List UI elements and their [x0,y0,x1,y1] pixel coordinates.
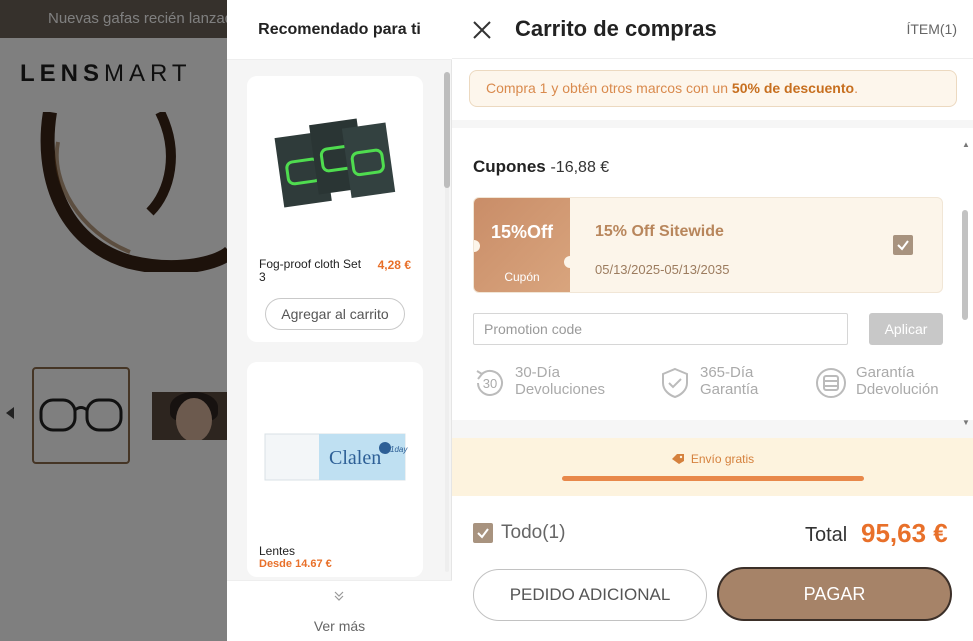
recommended-scrollbar[interactable] [444,72,450,572]
free-shipping-label: Envío gratis [452,452,973,466]
apply-promo-button[interactable]: Aplicar [869,313,943,345]
recommended-item-price: 4,28 € [377,258,411,272]
free-shipping-bar: Envío gratis [452,438,973,496]
scroll-up-arrow[interactable]: ▲ [962,140,970,149]
feature-line1: 365-Día [700,364,754,381]
recommended-card[interactable]: Fog-proof cloth Set 3 4,28 € Agregar al … [247,76,423,342]
cart-header: Carrito de compras ÍTEM(1) [452,0,973,59]
feature-line2: Ddevolución [856,381,939,398]
free-shipping-text: Envío gratis [690,452,755,466]
see-more-button[interactable]: Ver más [227,580,452,641]
promo-banner-prefix: Compra 1 y obtén otros marcos con un [486,80,732,96]
feature-line1: Garantía [856,364,915,381]
coupon-badge-value: 15%Off [490,222,553,242]
cart-scrollbar[interactable]: ▲ ▼ [958,134,972,432]
recommended-title: Recomendado para ti [227,0,452,60]
lens-brand-text: Clalen [329,447,381,469]
coupons-heading: Cupones -16,88 € [473,157,609,177]
recommended-item-name: Lentes [259,544,296,558]
cart-item-count: ÍTEM(1) [906,21,957,37]
promotion-code-input[interactable] [473,313,848,345]
feature-text: 30-Día Devoluciones [515,364,605,398]
coupon-dates: 05/13/2025-05/13/2035 [595,262,730,277]
feature-text: Garantía Ddevolución [856,364,939,398]
cloth-pack-icon [274,118,396,208]
total-label: Total [805,524,848,546]
section-divider [452,420,973,438]
close-icon[interactable] [470,18,494,42]
shipping-progress-bar [562,476,864,481]
recommended-item-price: Desde 14.67 € [259,558,332,570]
coupons-amount: -16,88 € [550,159,610,176]
scrollbar-thumb[interactable] [962,210,968,320]
contact-lens-box-image: Clalen 1day [264,433,408,481]
lens-brand-sub: 1day [390,445,408,454]
promo-banner-suffix: . [854,80,858,96]
promo-banner-highlight: 50% de descuento [731,80,855,96]
shopping-cart-panel: Carrito de compras ÍTEM(1) Compra 1 y ob… [452,0,973,641]
coupon-card[interactable]: 15%Off Cupón 15% Off Sitewide 05/13/2025… [473,197,943,293]
30-day-return-icon: 30 [476,369,503,396]
coupon-badge-label: Cupón [504,270,540,284]
checkmark-icon [477,528,489,539]
add-to-cart-button[interactable]: Agregar al carrito [265,298,405,330]
pay-button[interactable]: PAGAR [717,567,952,621]
tag-icon [671,454,684,464]
coupons-label: Cupones [473,157,546,176]
coupon-checkbox[interactable] [893,235,913,255]
shield-check-icon [662,367,688,399]
feature-line1: 30-Día [515,364,561,381]
checkmark-icon [897,240,909,251]
feature-line2: Garantía [700,381,759,398]
section-divider [452,120,973,128]
see-more-label: Ver más [313,618,366,634]
select-all-label: Todo(1) [501,522,566,543]
scrollbar-thumb[interactable] [444,72,450,188]
money-back-icon [816,368,846,398]
coupon-notch [564,256,576,268]
feature-line2: Devoluciones [515,381,606,398]
chevron-down-icon [333,590,345,605]
recommended-item-name: Fog-proof cloth Set 3 [259,257,362,284]
scroll-down-arrow[interactable]: ▼ [962,418,970,427]
promo-banner[interactable]: Compra 1 y obtén otros marcos con un 50%… [469,70,957,107]
recommended-card[interactable]: Clalen 1day Lentes Desde 14.67 € [247,362,423,577]
coupon-name: 15% Off Sitewide [595,223,724,240]
additional-order-button[interactable]: PEDIDO ADICIONAL [473,569,707,621]
feature-text: 365-Día Garantía [700,364,758,398]
recommended-panel: Recomendado para ti Fog-proof cloth Set … [227,0,452,641]
select-all-checkbox[interactable] [473,523,493,543]
return-badge-number: 30 [483,376,497,391]
total-amount: 95,63 € [861,518,948,548]
cart-title: Carrito de compras [515,16,717,41]
coupon-badge: 15%Off Cupón [474,198,570,292]
